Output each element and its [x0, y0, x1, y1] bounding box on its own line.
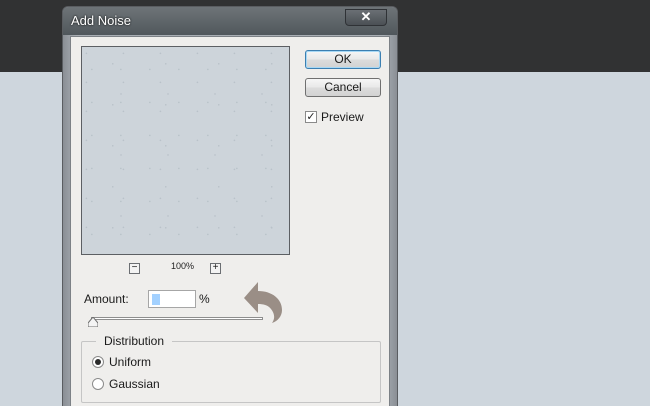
radio-selected-dot [95, 359, 101, 365]
undo-arrow-icon [244, 282, 282, 323]
gaussian-label: Gaussian [109, 377, 160, 391]
checkmark-icon: ✓ [306, 111, 316, 123]
uniform-label: Uniform [109, 355, 152, 369]
plus-icon: + [212, 262, 219, 273]
cancel-button[interactable]: Cancel [305, 78, 381, 97]
dialog-titlebar[interactable]: Add Noise ✕ [63, 7, 397, 35]
amount-input[interactable] [148, 290, 196, 308]
preview-checkbox[interactable]: ✓ [305, 111, 317, 123]
distribution-group: Distribution Uniform Gaussian [81, 334, 381, 403]
amount-label: Amount: [84, 292, 129, 306]
radio-uniform[interactable] [92, 356, 104, 368]
distribution-title: Distribution [96, 334, 173, 348]
ok-button[interactable]: OK [305, 50, 381, 69]
zoom-level: 100% [171, 261, 195, 271]
close-button[interactable]: ✕ [345, 9, 387, 26]
text-selection-highlight [152, 293, 160, 305]
amount-slider-track[interactable] [91, 317, 263, 320]
zoom-in-button[interactable]: + [210, 263, 221, 274]
close-icon: ✕ [360, 9, 372, 24]
amount-unit: % [199, 292, 210, 306]
preview-label: Preview [321, 110, 364, 124]
radio-gaussian[interactable] [92, 378, 104, 390]
dialog-body: − 100% + OK Cancel ✓ Preview Amount: % D… [70, 36, 390, 406]
zoom-out-button[interactable]: − [129, 263, 140, 274]
amount-slider-thumb[interactable] [88, 317, 98, 327]
noise-preview-pane[interactable] [81, 46, 290, 255]
dialog-title: Add Noise [71, 13, 131, 28]
add-noise-dialog: Add Noise ✕ − 100% + OK Cancel ✓ Preview… [62, 6, 398, 406]
minus-icon: − [131, 262, 138, 273]
